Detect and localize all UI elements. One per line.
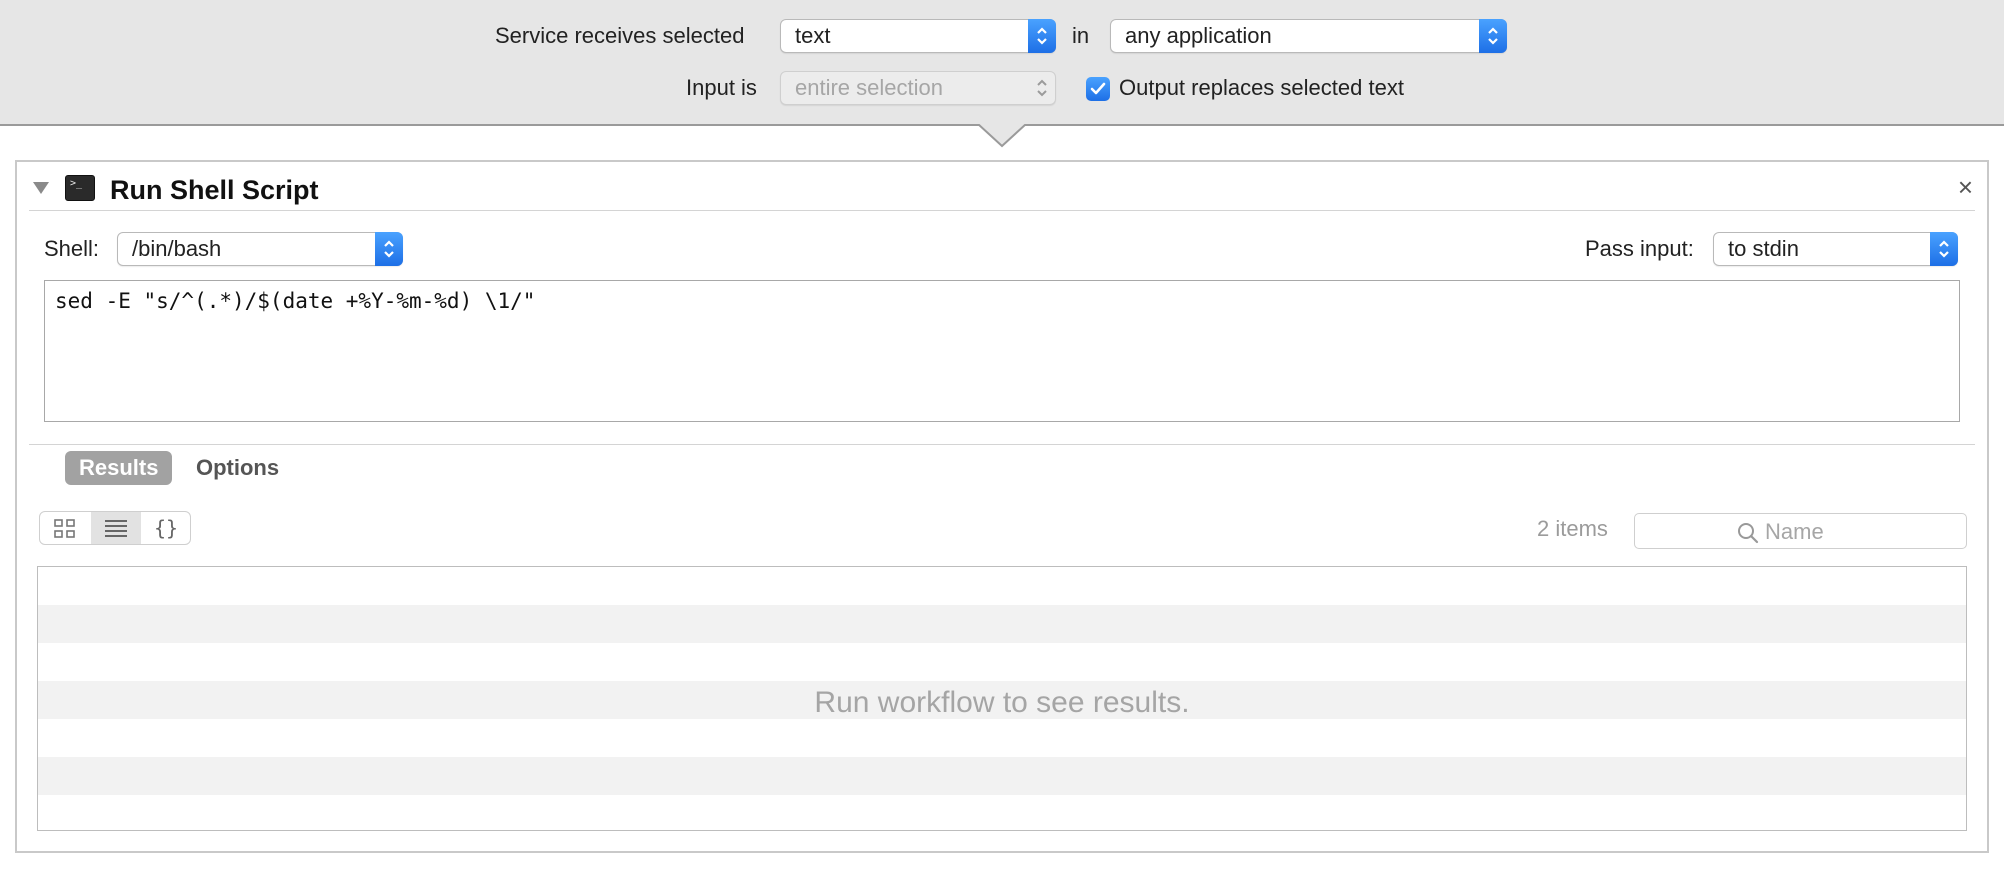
input-type-value: text [795,23,831,48]
service-header: Service receives selected text in any ap… [0,0,2004,126]
output-replaces-checkbox[interactable] [1086,77,1110,101]
empty-results-message: Run workflow to see results. [814,686,1190,719]
action-title: Run Shell Script [110,175,319,205]
input-is-popup: entire selection [780,71,1056,105]
braces-icon: {} [153,516,179,540]
popup-stepper-icon [1028,71,1056,105]
items-count: 2 items [1537,516,1608,541]
popup-stepper-icon [1479,19,1507,53]
pass-input-popup[interactable]: to stdin [1713,232,1958,266]
close-icon[interactable]: × [1958,174,1973,200]
terminal-icon: >_ [65,175,95,201]
divider [29,210,1975,211]
table-row [38,795,1966,830]
application-popup[interactable]: any application [1110,19,1507,53]
source-view-button[interactable]: {} [141,512,190,544]
popup-stepper-icon [1028,19,1056,53]
pass-input-label: Pass input: [1585,236,1694,261]
list-view-button[interactable] [91,512,141,544]
checkmark-icon [1090,82,1106,95]
search-input[interactable] [1763,518,1957,546]
table-row [38,757,1966,795]
pass-input-value: to stdin [1728,236,1799,261]
popup-stepper-icon [1930,232,1958,266]
search-field[interactable] [1634,513,1967,549]
table-row [38,719,1966,757]
table-row [38,567,1966,605]
input-is-label: Input is [686,75,757,100]
in-label: in [1072,23,1090,48]
shell-value: /bin/bash [132,236,222,261]
run-shell-script-action: >_ Run Shell Script × Shell: /bin/bash P… [15,160,1989,853]
grid-icon [54,519,75,538]
table-row [38,643,1966,681]
tab-results[interactable]: Results [65,451,173,485]
table-row [38,605,1966,643]
header-pointer-icon [978,124,1026,148]
tab-options[interactable]: Options [182,451,293,485]
shell-label: Shell: [44,236,100,261]
shell-popup[interactable]: /bin/bash [117,232,403,266]
input-type-popup[interactable]: text [780,19,1056,53]
icon-view-button[interactable] [40,512,90,544]
search-icon [1738,523,1759,544]
list-icon [105,520,127,537]
popup-stepper-icon [375,232,403,266]
view-mode-segmented-control: {} [39,511,191,545]
results-table: Run workflow to see results. [37,566,1967,831]
application-value: any application [1125,23,1272,48]
input-is-value: entire selection [795,75,943,100]
output-replaces-label: Output replaces selected text [1119,75,1404,100]
disclosure-triangle-icon[interactable] [31,180,51,196]
service-receives-label: Service receives selected [495,23,745,48]
divider [29,444,1975,445]
script-editor[interactable]: sed -E "s/^(.*)/$(date +%Y-%m-%d) \1/" [44,280,1960,422]
